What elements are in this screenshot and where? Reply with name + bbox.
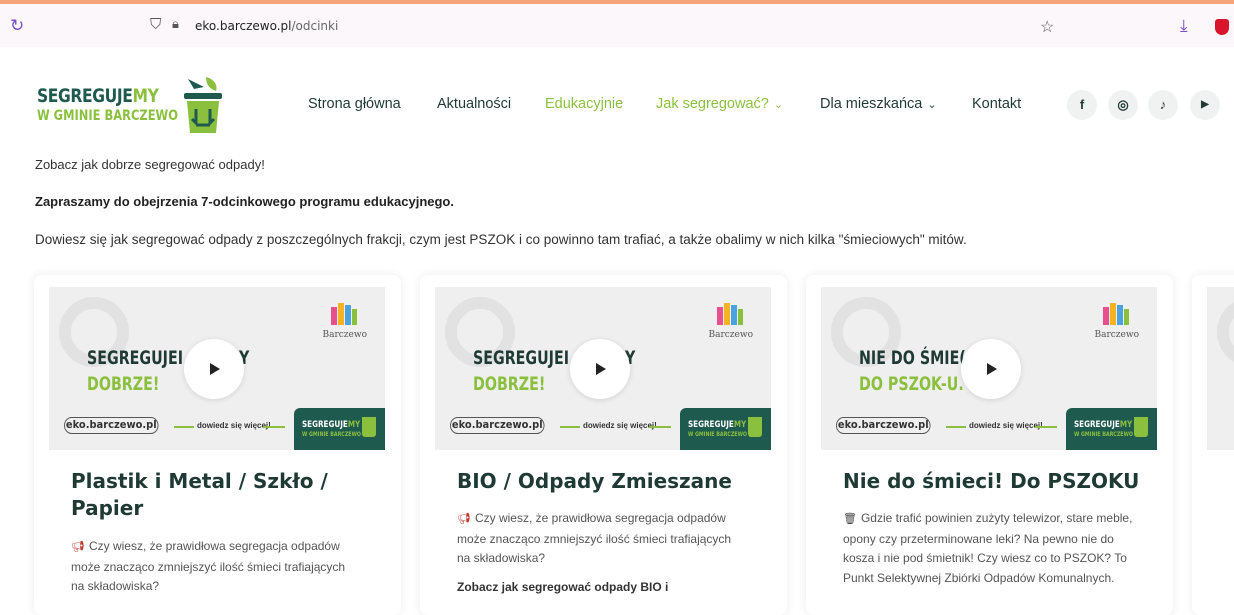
video-thumbnail[interactable]: Barczewo SEGREGUJEI ADY DOBRZE! eko.barc…: [49, 287, 385, 450]
cta-text: dowiedz się więcej!: [969, 421, 1043, 430]
trash-bin-icon: 🗑︎: [843, 513, 857, 525]
chevron-down-icon: ⌄: [773, 99, 784, 111]
barczewo-crest-icon: [331, 303, 357, 325]
extension-shield-icon[interactable]: [1215, 19, 1229, 35]
mini-logo: SEGREGUJEMY W GMINIE BARCZEWO: [680, 408, 771, 450]
card-description-text: Czy wiesz, że prawidłowa segregacja odpa…: [457, 511, 732, 565]
card-title[interactable]: Nie do śmieci! Do PSZOKU: [843, 468, 1143, 495]
barczewo-crest-icon: [717, 303, 743, 325]
address-bar[interactable]: ⛉ 🔒︎ eko.barczewo.pl/odcinki: [150, 11, 1070, 41]
card-title[interactable]: Plastik i Metal / Szkło / Papier: [71, 468, 371, 522]
thumb-subheadline: DO PSZOK-U.: [859, 373, 964, 395]
play-button[interactable]: [961, 339, 1021, 399]
video-thumbnail[interactable]: Barczewo SEGREGUJEI ADY DOBRZE! eko.barc…: [435, 287, 771, 450]
nav-item-dla-mieszkanca[interactable]: Dla mieszkańca ⌄: [820, 96, 937, 112]
thumb-subheadline: DOBRZE!: [473, 373, 546, 395]
reload-icon[interactable]: ↻: [10, 16, 24, 36]
bin-icon: [362, 417, 376, 437]
recycling-bin-icon: [184, 77, 222, 133]
mini-logo-sub: W GMINIE BARCZEWO: [302, 431, 361, 438]
mini-logo: SEGREGUJEMY W GMINIE BARCZEWO: [1066, 408, 1157, 450]
mini-logo-text: SEGREGUJEMY: [1074, 420, 1133, 430]
mini-logo: SEGREGUJEMY W GMINIE BARCZEWO: [294, 408, 385, 450]
episode-card[interactable]: Barczewo NIE DO ŚMIE( DO PSZOK-U. eko.ba…: [806, 275, 1173, 615]
bin-icon: [1134, 417, 1148, 437]
arrow-decoration: [560, 426, 580, 428]
nav-item-strona-glowna[interactable]: Strona główna: [308, 96, 401, 112]
brand-label: Barczewo: [708, 330, 753, 340]
brand-label: Barczewo: [1094, 330, 1139, 340]
url-text[interactable]: eko.barczewo.pl/odcinki: [195, 19, 338, 33]
mini-logo-text: SEGREGUJEMY: [302, 420, 361, 430]
arrow-decoration: [649, 426, 671, 428]
card-title[interactable]: BIO / Odpady Zmieszane: [457, 468, 757, 495]
nav-item-label: Dla mieszkańca: [820, 96, 923, 112]
site-pill: eko.barczewo.pl: [450, 417, 545, 434]
nav-item-label: Jak segregować?: [656, 96, 769, 112]
megaphone-icon: 📢︎: [71, 541, 85, 553]
bin-icon: [748, 417, 762, 437]
cta-text: dowiedz się więcej!: [583, 421, 657, 430]
arrow-decoration: [174, 426, 194, 428]
arrow-decoration: [946, 426, 966, 428]
intro-text: Zobacz jak dobrze segregować odpady!: [35, 157, 265, 172]
lock-icon[interactable]: 🔒︎: [172, 16, 179, 32]
site-pill: eko.barczewo.pl: [836, 417, 931, 434]
episode-card[interactable]: Barczewo SEGREGUJEI ADY DOBRZE! eko.barc…: [34, 275, 401, 615]
logo-text-main: SEGREGUJEMY: [37, 85, 159, 107]
nav-item-aktualnosci[interactable]: Aktualności: [437, 96, 511, 112]
card-description: 📢︎ Czy wiesz, że prawidłowa segregacja od…: [71, 537, 361, 597]
download-icon[interactable]: ⤓: [1180, 16, 1188, 36]
thumb-subheadline: DOBRZE!: [87, 373, 160, 395]
nav-item-edukacyjnie[interactable]: Edukacyjnie: [545, 96, 623, 112]
card-description-text: Czy wiesz, że prawidłowa segregacja odpa…: [71, 539, 346, 593]
video-thumbnail[interactable]: Barczewo NIE DO ŚMIE( DO PSZOK-U. eko.ba…: [821, 287, 1157, 450]
card-description: 📢︎ Czy wiesz, że prawidłowa segregacja od…: [457, 509, 747, 569]
mini-logo-sub: W GMINIE BARCZEWO: [688, 431, 747, 438]
arrow-decoration: [263, 426, 285, 428]
instagram-icon[interactable]: ◎: [1108, 90, 1138, 120]
megaphone-icon: 📢︎: [457, 513, 471, 525]
bookmark-star-icon[interactable]: ☆: [1040, 17, 1054, 37]
barczewo-crest-icon: [1103, 303, 1129, 325]
brand-label: Barczewo: [322, 330, 367, 340]
tiktok-icon[interactable]: ♪: [1148, 90, 1178, 120]
logo-text-sub: W GMINIE BARCZEWO: [37, 108, 178, 124]
nav-item-jak-segregowac[interactable]: Jak segregować? ⌄: [656, 96, 783, 112]
mini-logo-sub: W GMINIE BARCZEWO: [1074, 431, 1133, 438]
shield-icon[interactable]: ⛉: [150, 16, 161, 33]
watermark-shape: [1217, 297, 1234, 367]
play-button[interactable]: [570, 339, 630, 399]
site-logo[interactable]: SEGREGUJEMY W GMINIE BARCZEWO: [37, 75, 227, 135]
card-description: 🗑︎ Gdzie trafić powinien zużyty telewizor…: [843, 509, 1133, 588]
site-pill: eko.barczewo.pl: [64, 417, 159, 434]
thumb-headline: NIE DO ŚMIE(: [859, 347, 966, 369]
card-description-text: Gdzie trafić powinien zużyty telewizor, …: [843, 511, 1133, 585]
youtube-icon[interactable]: ▶: [1190, 90, 1220, 120]
episode-card-partial[interactable]: [1192, 275, 1234, 615]
mini-logo-text: SEGREGUJEMY: [688, 420, 747, 430]
episode-card[interactable]: Barczewo SEGREGUJEI ADY DOBRZE! eko.barc…: [420, 275, 787, 615]
facebook-icon[interactable]: f: [1067, 90, 1097, 120]
intro-bold-text: Zapraszamy do obejrzenia 7-odcinkowego p…: [35, 194, 454, 209]
arrow-decoration: [1035, 426, 1057, 428]
intro-description: Dowiesz się jak segregować odpady z posz…: [35, 232, 967, 247]
video-thumbnail[interactable]: [1207, 287, 1234, 450]
chevron-down-icon: ⌄: [927, 99, 937, 111]
card-description-bold: Zobacz jak segregować odpady BIO i: [457, 580, 669, 594]
nav-item-kontakt[interactable]: Kontakt: [972, 96, 1021, 112]
play-button[interactable]: [184, 339, 244, 399]
cta-text: dowiedz się więcej!: [197, 421, 271, 430]
browser-toolbar: ↻ ⛉ 🔒︎ eko.barczewo.pl/odcinki ☆ ⤓: [0, 0, 1234, 47]
